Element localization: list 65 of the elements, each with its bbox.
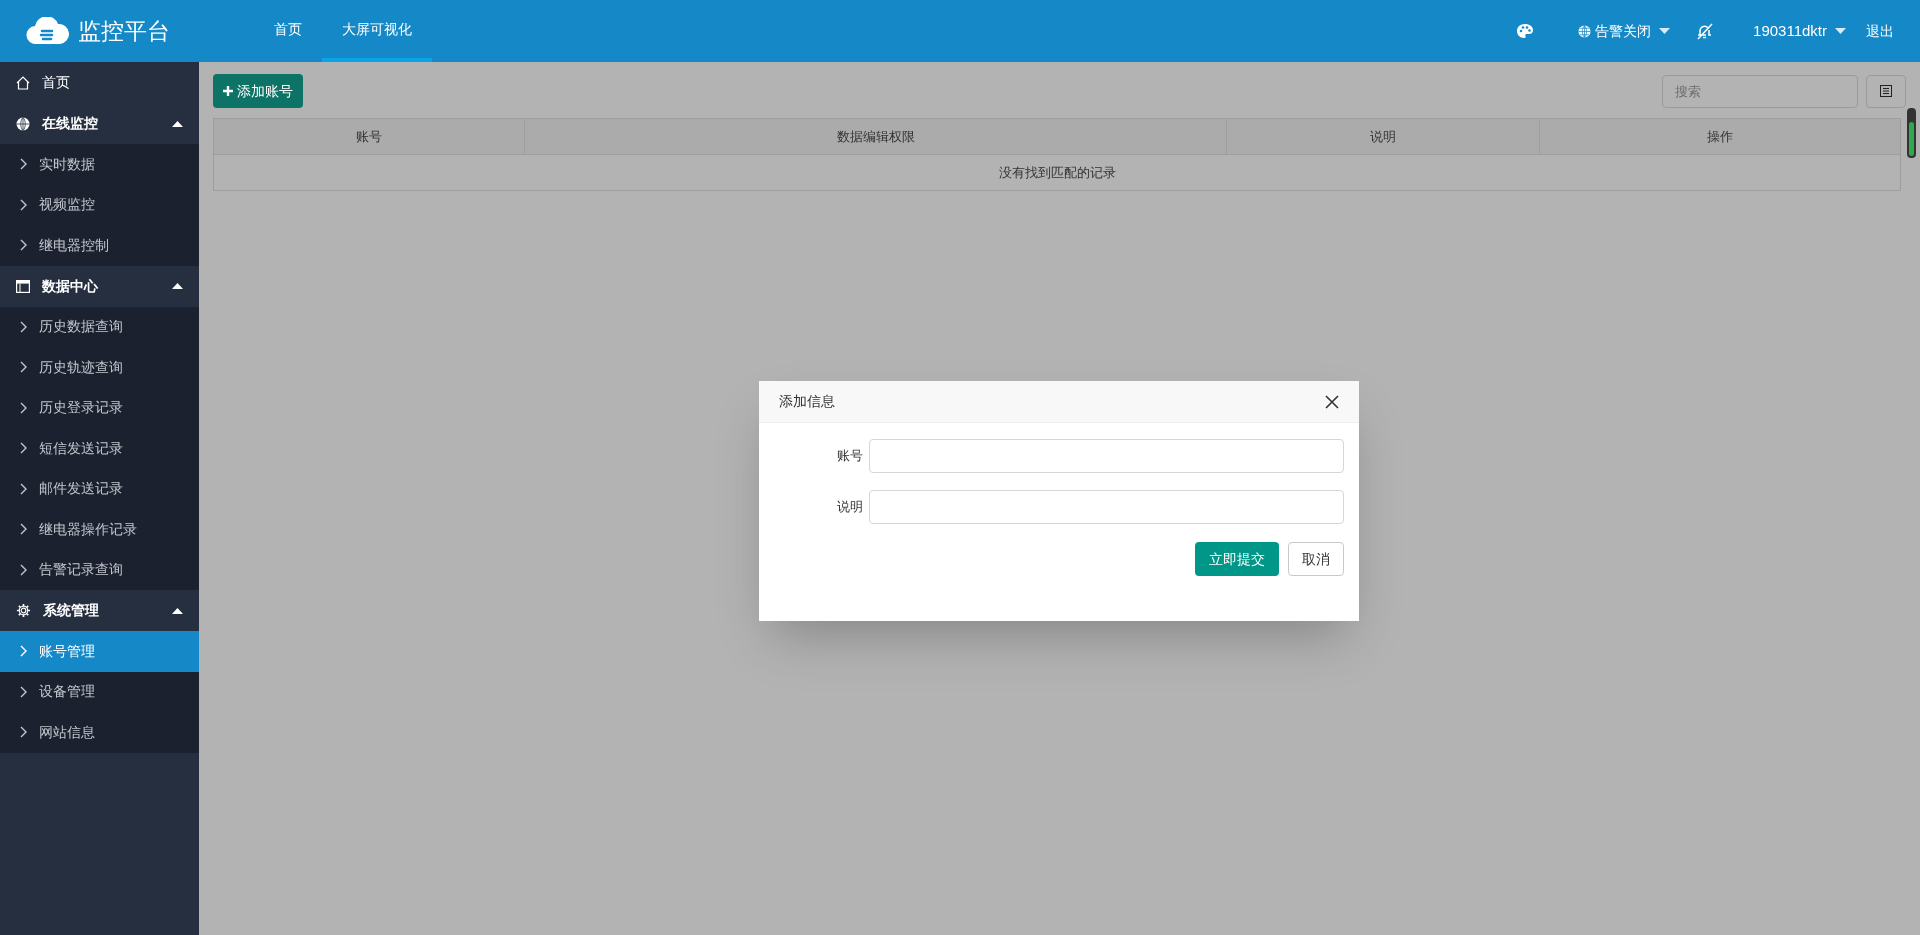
- globe-icon: [16, 116, 30, 131]
- field-label: 账号: [836, 447, 864, 466]
- sidebar-item[interactable]: 视频监控: [0, 184, 199, 225]
- scrollbar[interactable]: [1907, 108, 1916, 158]
- alarm-dropdown[interactable]: 告警关闭: [1578, 20, 1671, 42]
- plus-icon: [223, 86, 233, 96]
- submit-button[interactable]: 立即提交: [1195, 542, 1279, 576]
- settings-icon: [16, 603, 31, 618]
- empty-message: 没有找到匹配的记录: [213, 154, 1901, 191]
- search-field[interactable]: 搜索: [1662, 74, 1858, 108]
- input-field[interactable]: [869, 490, 1344, 524]
- chevron-right-icon: [20, 685, 27, 698]
- sidebar-item[interactable]: 继电器操作记录: [0, 509, 199, 550]
- sidebar-item[interactable]: 账号管理: [0, 631, 199, 672]
- user-dropdown[interactable]: 190311dktr: [1753, 19, 1846, 43]
- chevron-right-icon: [20, 320, 27, 333]
- sidebar-item[interactable]: 设备管理: [0, 671, 199, 712]
- sidebar-item[interactable]: 历史数据查询: [0, 306, 199, 347]
- sidebar-item[interactable]: 首页: [0, 62, 199, 103]
- chevron-right-icon: [20, 645, 27, 658]
- sidebar-group-header[interactable]: 系统管理: [0, 590, 199, 631]
- caret-icon: [1659, 28, 1671, 34]
- logout-link[interactable]: 退出: [1866, 20, 1894, 42]
- sidebar-item[interactable]: 实时数据: [0, 144, 199, 185]
- chevron-right-icon: [20, 523, 27, 536]
- input-field[interactable]: [869, 439, 1344, 473]
- globe-icon: [1578, 24, 1592, 38]
- sidebar-item[interactable]: 历史轨迹查询: [0, 347, 199, 388]
- sidebar-group-header[interactable]: 在线监控: [0, 103, 199, 144]
- sidebar-item[interactable]: 邮件发送记录: [0, 468, 199, 509]
- field-label: 说明: [836, 498, 864, 517]
- dialog-title: 添加信息: [779, 392, 835, 411]
- cloud-logo-icon: [26, 17, 70, 45]
- column-header[interactable]: 账号: [213, 118, 525, 155]
- cancel-button[interactable]: 取消: [1288, 542, 1344, 576]
- chevron-right-icon: [20, 361, 27, 374]
- chevron-right-icon: [20, 442, 27, 455]
- home-icon: [16, 75, 30, 90]
- column-header[interactable]: 说明: [1226, 118, 1540, 155]
- list-icon: [1880, 85, 1892, 97]
- column-header[interactable]: 数据编辑权限: [524, 118, 1227, 155]
- caret-icon: [1835, 28, 1846, 34]
- chevron-right-icon: [20, 726, 27, 739]
- close-icon[interactable]: [1325, 394, 1339, 409]
- chevron-right-icon: [20, 198, 27, 211]
- bell-off-icon[interactable]: [1696, 22, 1714, 40]
- sidebar-item[interactable]: 历史登录记录: [0, 387, 199, 428]
- chevron-right-icon: [20, 158, 27, 171]
- chevron-right-icon: [20, 482, 27, 495]
- chevron-right-icon: [20, 563, 27, 576]
- sidebar-item[interactable]: 告警记录查询: [0, 549, 199, 590]
- add-account-button[interactable]: 添加账号: [213, 74, 303, 108]
- sidebar-item[interactable]: 网站信息: [0, 712, 199, 753]
- sidebar-item[interactable]: 继电器控制: [0, 225, 199, 266]
- logo-title: 监控平台: [78, 16, 170, 46]
- window-icon: [16, 279, 30, 293]
- column-header[interactable]: 操作: [1539, 118, 1901, 155]
- nav-tab[interactable]: 首页: [254, 0, 322, 62]
- chevron-right-icon: [20, 401, 27, 414]
- nav-tab[interactable]: 大屏可视化: [322, 0, 432, 62]
- palette-icon[interactable]: [1516, 23, 1535, 39]
- sidebar-item[interactable]: 短信发送记录: [0, 428, 199, 469]
- chevron-right-icon: [20, 239, 27, 252]
- sidebar-group-header[interactable]: 数据中心: [0, 265, 199, 307]
- columns-toggle-button[interactable]: [1866, 74, 1906, 108]
